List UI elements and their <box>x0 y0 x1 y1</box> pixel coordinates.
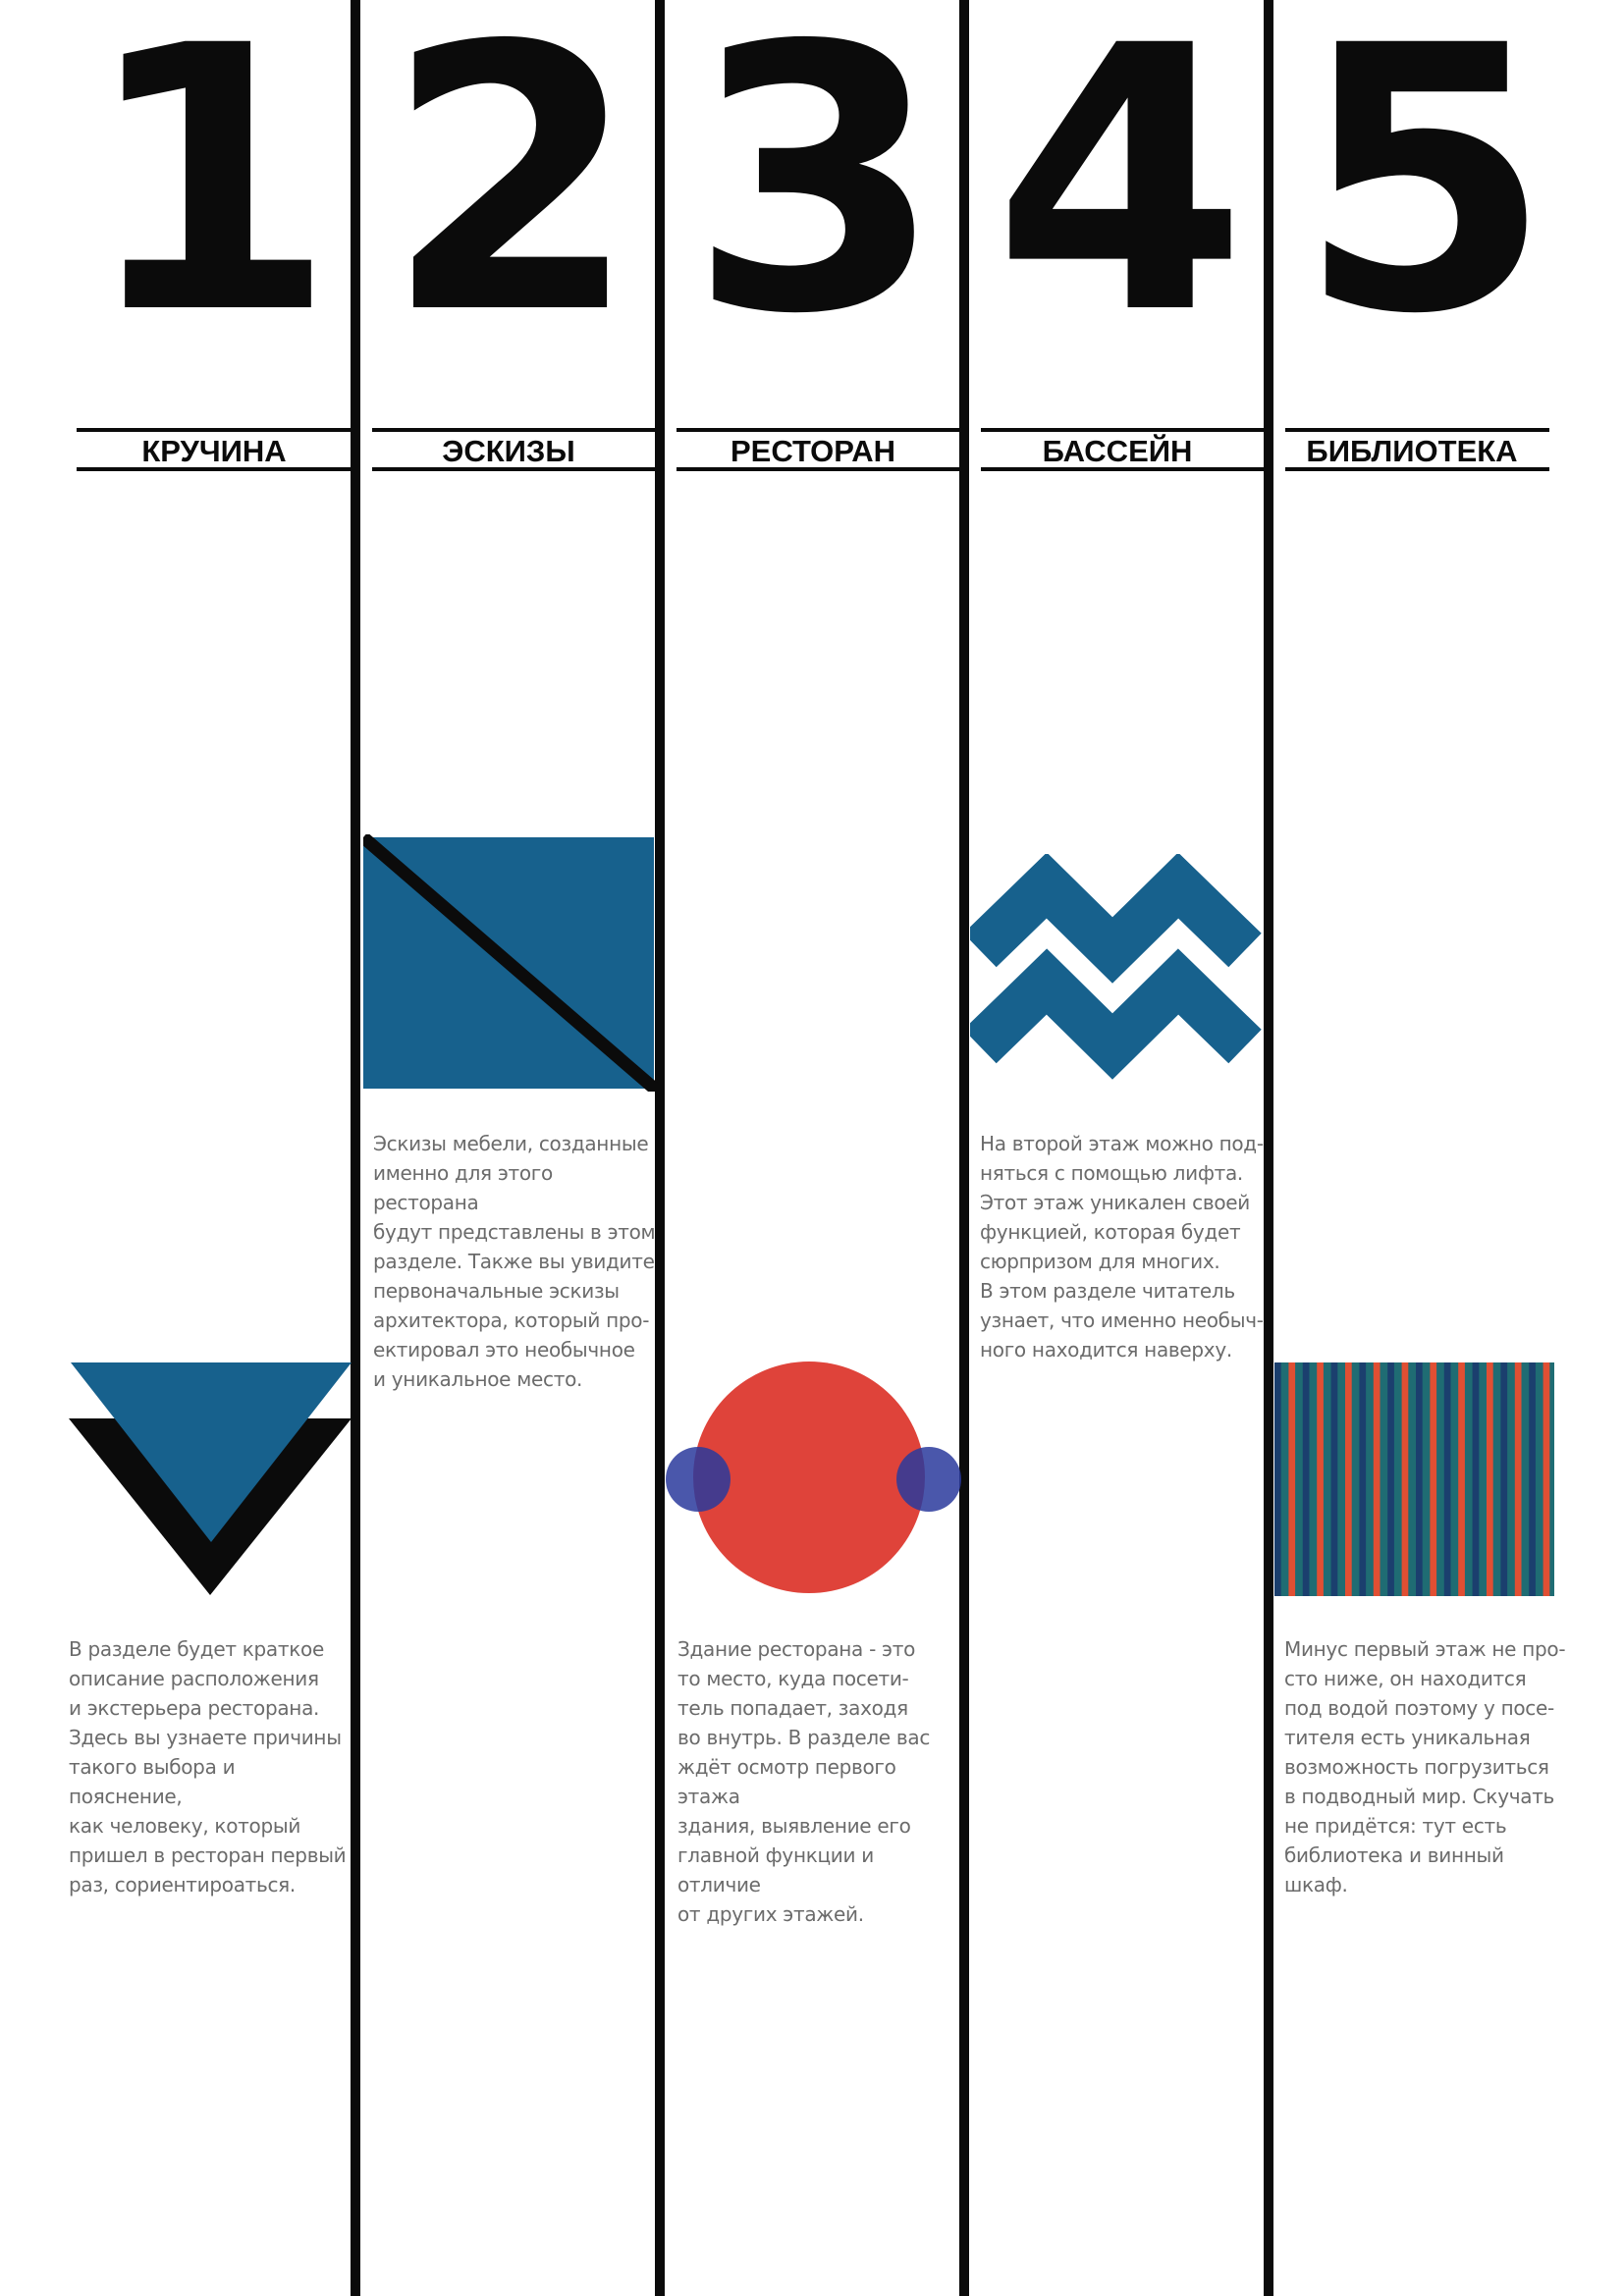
stripes-icon <box>1274 1362 1554 1596</box>
section-title-4: БАССЕЙН <box>1042 434 1193 468</box>
section-number-3: 3 <box>688 0 944 394</box>
stripe <box>1529 1362 1536 1596</box>
stripe <box>1317 1362 1324 1596</box>
section-number-5: 5 <box>1297 0 1552 394</box>
section-description-1: В разделе будет краткое описание располо… <box>69 1637 347 1896</box>
stripe <box>1345 1362 1352 1596</box>
stripe <box>1337 1362 1345 1596</box>
stripe <box>1401 1362 1409 1596</box>
section-number-1: 1 <box>81 0 337 394</box>
column-divider-4 <box>1264 0 1273 2296</box>
stripe <box>1493 1362 1500 1596</box>
stripe <box>1549 1362 1554 1596</box>
stripe <box>1500 1362 1508 1596</box>
stripe <box>1451 1362 1458 1596</box>
stripe <box>1522 1362 1529 1596</box>
section-title-3: РЕСТОРАН <box>731 434 895 468</box>
stripe <box>1430 1362 1437 1596</box>
stripe <box>1465 1362 1473 1596</box>
split-square-icon <box>363 834 658 1092</box>
stripe <box>1366 1362 1374 1596</box>
section-description-4: На второй этаж можно под- няться с помощ… <box>980 1132 1264 1362</box>
section-title-5: БИБЛИОТЕКА <box>1306 434 1518 468</box>
stripe <box>1373 1362 1380 1596</box>
triangle-icon <box>69 1362 352 1595</box>
section-number-4: 4 <box>993 0 1248 394</box>
section-description-2: Эскизы мебели, созданные именно для этог… <box>373 1132 656 1391</box>
stripe <box>1274 1362 1281 1596</box>
stripe <box>1479 1362 1487 1596</box>
stripe <box>1387 1362 1394 1596</box>
stripe <box>1507 1362 1515 1596</box>
stripe <box>1295 1362 1303 1596</box>
stripe <box>1408 1362 1416 1596</box>
stripe <box>1472 1362 1480 1596</box>
stripe <box>1359 1362 1367 1596</box>
stripe <box>1443 1362 1451 1596</box>
stripe <box>1310 1362 1317 1596</box>
stripe <box>1514 1362 1522 1596</box>
circle-icon <box>666 1362 961 1593</box>
stripe <box>1302 1362 1310 1596</box>
section-description-5: Минус первый этаж не про- сто ниже, он н… <box>1284 1637 1566 1896</box>
stripe <box>1423 1362 1430 1596</box>
stripe <box>1436 1362 1444 1596</box>
stripe <box>1330 1362 1338 1596</box>
stripe <box>1458 1362 1465 1596</box>
stripe <box>1416 1362 1423 1596</box>
stripe <box>1487 1362 1493 1596</box>
section-title-1: КРУЧИНА <box>141 434 287 468</box>
column-divider-3 <box>959 0 969 2296</box>
column-divider-1 <box>351 0 360 2296</box>
stripe <box>1394 1362 1402 1596</box>
zigzag-waves-icon <box>970 854 1262 1080</box>
stripe <box>1380 1362 1387 1596</box>
stripe <box>1536 1362 1543 1596</box>
section-description-3: Здание ресторана - это то место, куда по… <box>677 1637 931 1926</box>
stripe <box>1324 1362 1331 1596</box>
section-number-2: 2 <box>384 0 639 394</box>
stripe <box>1352 1362 1359 1596</box>
section-title-2: ЭСКИЗЫ <box>442 434 575 468</box>
stripe <box>1543 1362 1550 1596</box>
stripe <box>1288 1362 1296 1596</box>
stripe <box>1281 1362 1288 1596</box>
